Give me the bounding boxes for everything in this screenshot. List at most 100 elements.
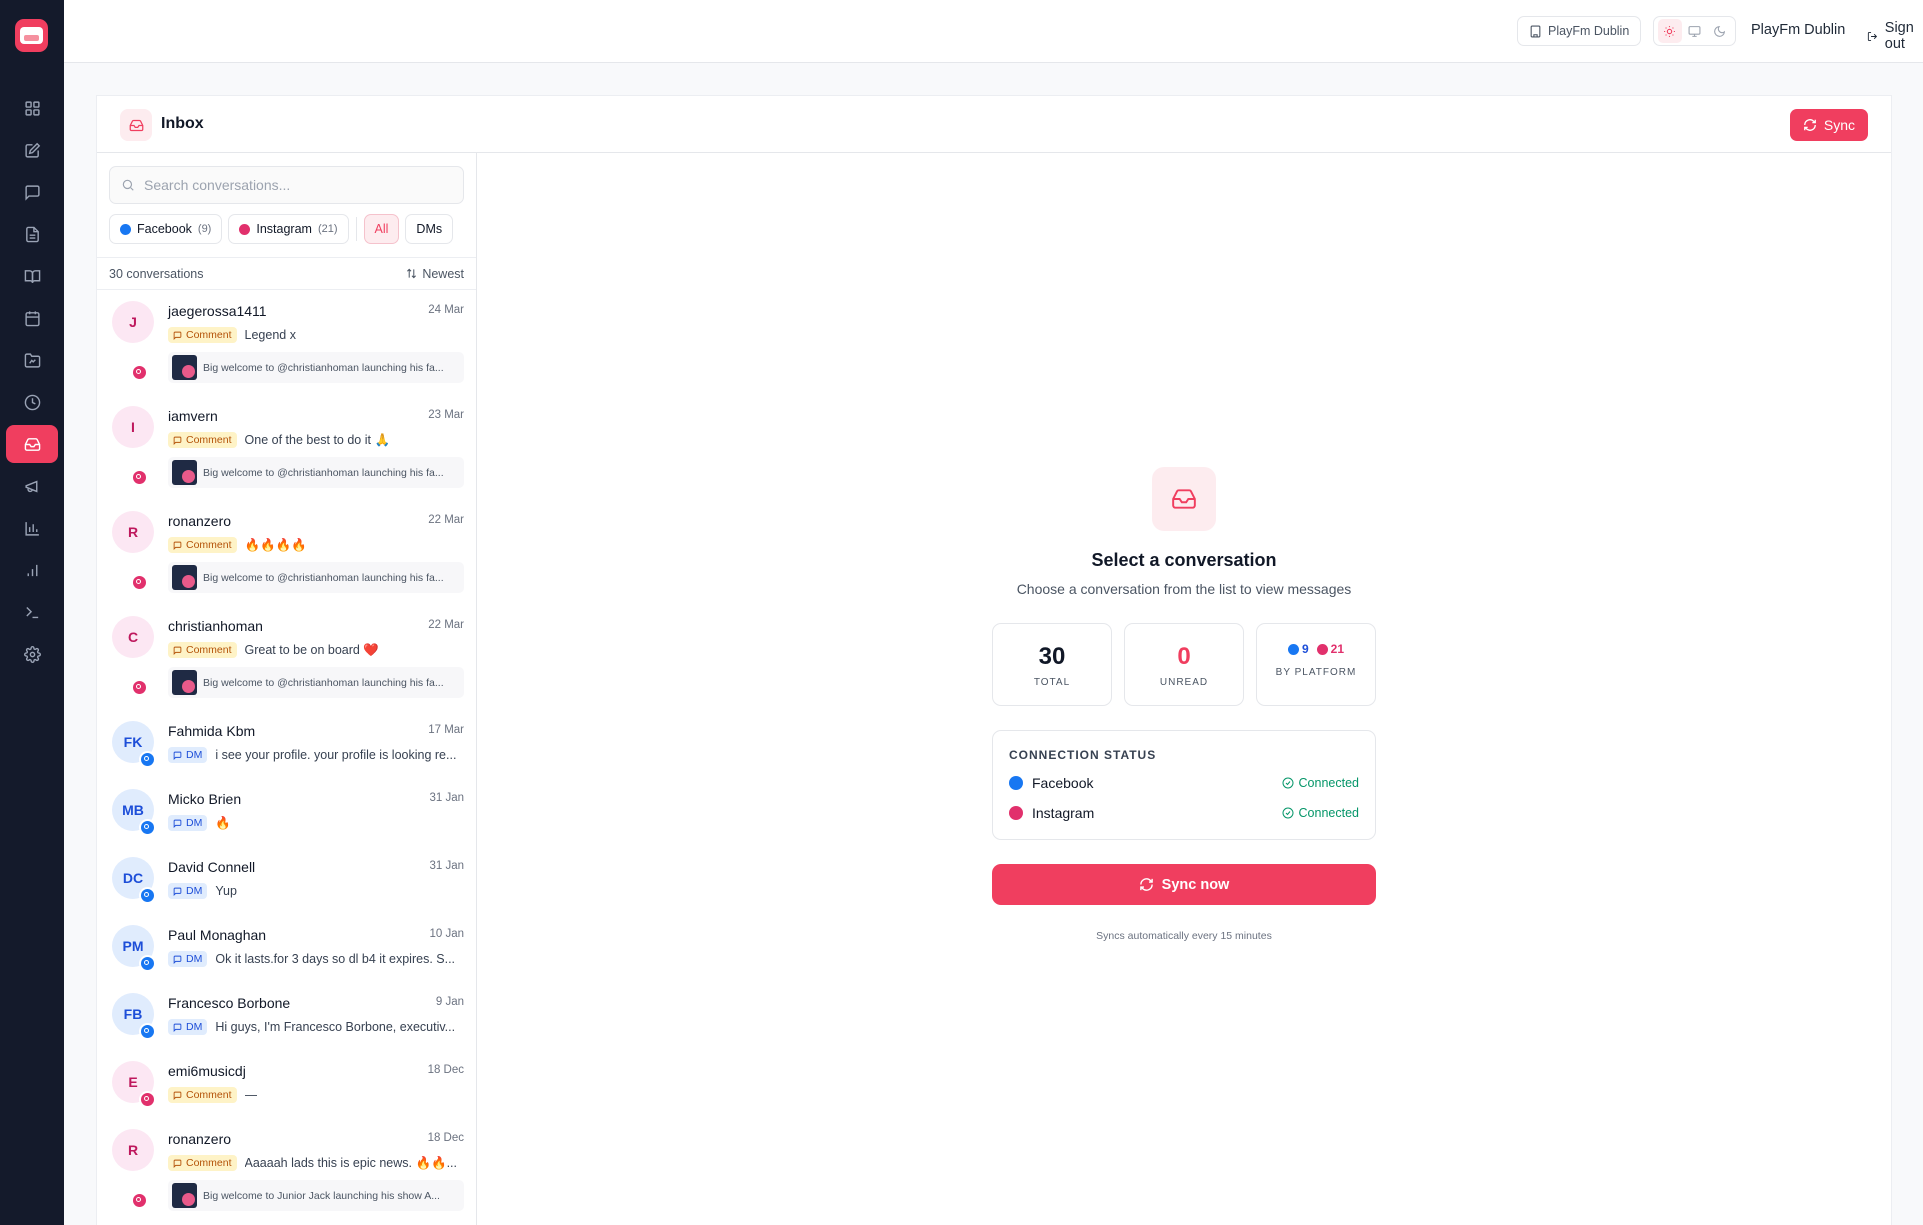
stat-total-card: 30 TOTAL: [992, 623, 1112, 706]
nav-settings[interactable]: [6, 635, 58, 673]
post-preview[interactable]: Big welcome to @christianhoman launching…: [168, 562, 464, 593]
conversation-preview: Comment Great to be on board ❤️: [168, 642, 464, 658]
nav-documents[interactable]: [6, 215, 58, 253]
nav-reports[interactable]: [6, 509, 58, 547]
filter-all[interactable]: All: [363, 214, 400, 244]
avatar: R: [112, 511, 154, 553]
nav-console[interactable]: [6, 593, 58, 631]
nav-library[interactable]: [6, 257, 58, 295]
app-logo[interactable]: [15, 19, 48, 52]
empty-state-title: Select a conversation: [1091, 550, 1277, 570]
post-preview[interactable]: Big welcome to @christianhoman launching…: [168, 457, 464, 488]
conversation-count: 30 conversations: [109, 266, 204, 281]
connection-instagram-label: Instagram: [1032, 805, 1095, 821]
conversation-date: 17 Mar: [428, 724, 464, 736]
facebook-icon: [139, 819, 156, 836]
conversation-item[interactable]: Cchristianhoman 22 Mar Comment Great to be …: [97, 605, 476, 710]
filter-dms-label: DMs: [416, 222, 443, 236]
theme-dark-button[interactable]: [1708, 19, 1732, 43]
nav-compose[interactable]: [6, 131, 58, 169]
post-caption: Big welcome to @christianhoman launching…: [203, 361, 444, 374]
theme-system-button[interactable]: [1683, 19, 1707, 43]
conversation-preview: DM Hi guys, I'm Francesco Borbone, execut…: [168, 1019, 464, 1035]
sync-button[interactable]: Sync: [1789, 109, 1868, 141]
post-thumbnail: [172, 1183, 197, 1208]
campaign-icon: [24, 479, 37, 493]
conversation-item[interactable]: Rronanzero 22 Mar Comment 🔥🔥🔥🔥 Big welcome t…: [97, 500, 476, 605]
avatar-initials: PM: [122, 938, 144, 954]
conversation-item[interactable]: DC David Connell 31 Jan DM Yup: [97, 846, 476, 914]
conversation-item[interactable]: FB Francesco Borbone 9 Jan DM Hi guys, I'm F…: [97, 982, 476, 1050]
conversation-name: jaegerossa1411: [168, 303, 267, 319]
message-bubble-icon: [173, 436, 182, 445]
page-selector-button[interactable]: PlayFm Dublin: [1517, 16, 1642, 46]
conversation-item[interactable]: Rronanzero 18 Dec Comment Aaaaah lads this …: [97, 1118, 476, 1223]
nav-history[interactable]: [6, 383, 58, 421]
post-preview[interactable]: Big welcome to @christianhoman launching…: [168, 352, 464, 383]
nav-media[interactable]: [6, 341, 58, 379]
stat-unread-label: UNREAD: [1159, 677, 1209, 688]
conversation-date: 31 Jan: [429, 792, 464, 804]
inbox-icon: [129, 119, 143, 131]
theme-light-button[interactable]: [1657, 19, 1682, 43]
message-bubble-icon: [173, 1159, 182, 1168]
filter-instagram[interactable]: Instagram (21): [228, 214, 349, 244]
post-preview[interactable]: Big welcome to @christianhoman launching…: [168, 667, 464, 698]
conversation-name: iamvern: [168, 408, 218, 424]
message-type-badge: DM: [168, 747, 208, 763]
conversation-list-panel: Facebook (9) Instagram (21) All DMs 30 c…: [97, 153, 477, 1225]
conversation-preview: Comment One of the best to do it 🙏: [168, 432, 464, 448]
sign-out-button[interactable]: Sign out: [1867, 20, 1923, 52]
message-bubble-icon: [173, 541, 182, 550]
message-text: One of the best to do it 🙏: [244, 432, 391, 447]
message-type-label: Comment: [186, 539, 232, 551]
refresh-icon: [1139, 878, 1153, 891]
facebook-icon: [1287, 643, 1299, 655]
message-text: —: [244, 1088, 258, 1102]
user-name: PlayFm Dublin: [1751, 22, 1846, 38]
instagram-icon: [1316, 643, 1328, 655]
conversation-item[interactable]: MB Micko Brien 31 Jan DM 🔥: [97, 778, 476, 846]
logout-icon: [1867, 31, 1878, 41]
nav-campaigns[interactable]: [6, 467, 58, 505]
platform-instagram-count: 21: [1316, 642, 1344, 656]
conversation-date: 24 Mar: [428, 304, 464, 316]
message-bubble-icon: [173, 887, 182, 896]
conversation-name: Micko Brien: [168, 791, 242, 807]
conversation-name: ronanzero: [168, 1131, 232, 1147]
conversation-item[interactable]: Jjaegerossa1411 24 Mar Comment Legend x Big …: [97, 290, 476, 395]
message-bubble-icon: [173, 331, 182, 340]
conversation-item[interactable]: Eemi6musicdj 18 Dec Comment —: [97, 1050, 476, 1118]
filter-instagram-count: (21): [317, 223, 338, 235]
search-input[interactable]: [144, 177, 444, 193]
nav-calendar[interactable]: [6, 299, 58, 337]
filter-facebook[interactable]: Facebook (9): [109, 214, 223, 244]
message-type-label: DM: [186, 1021, 203, 1033]
sync-now-button[interactable]: Sync now: [992, 864, 1376, 905]
instagram-icon: [131, 679, 148, 696]
nav-inbox[interactable]: [6, 425, 58, 463]
conversation-name: Paul Monaghan: [168, 927, 267, 943]
nav-analytics[interactable]: [6, 551, 58, 589]
conversation-preview: Comment Aaaaah lads this is epic news. 🔥🔥…: [168, 1155, 464, 1171]
conversation-date: 22 Mar: [428, 514, 464, 526]
avatar-initials: E: [128, 1074, 138, 1090]
nav-dashboard[interactable]: [6, 89, 58, 127]
sun-icon: [1664, 25, 1675, 37]
chat-logo-icon: [20, 27, 43, 44]
filter-dms[interactable]: DMs: [405, 214, 454, 244]
conversation-item[interactable]: FK Fahmida Kbm 17 Mar DM i see your profile.…: [97, 710, 476, 778]
conversation-item[interactable]: PM Paul Monaghan 10 Jan DM Ok it lasts.for 3…: [97, 914, 476, 982]
filter-instagram-label: Instagram: [256, 222, 312, 236]
message-type-badge: DM: [168, 815, 208, 831]
nav-messages[interactable]: [6, 173, 58, 211]
analytics-icon: [27, 564, 37, 576]
sort-button[interactable]: Newest: [406, 267, 464, 281]
avatar-initials: R: [127, 1142, 139, 1158]
conversation-name: emi6musicdj: [168, 1063, 246, 1079]
conversation-item[interactable]: Iiamvern 23 Mar Comment One of the best to …: [97, 395, 476, 500]
instagram-icon: [131, 574, 148, 591]
post-preview[interactable]: Big welcome to Junior Jack launching his…: [168, 1180, 464, 1211]
conversation-date: 9 Jan: [435, 996, 464, 1008]
facebook-count-value: 9: [1301, 642, 1309, 656]
